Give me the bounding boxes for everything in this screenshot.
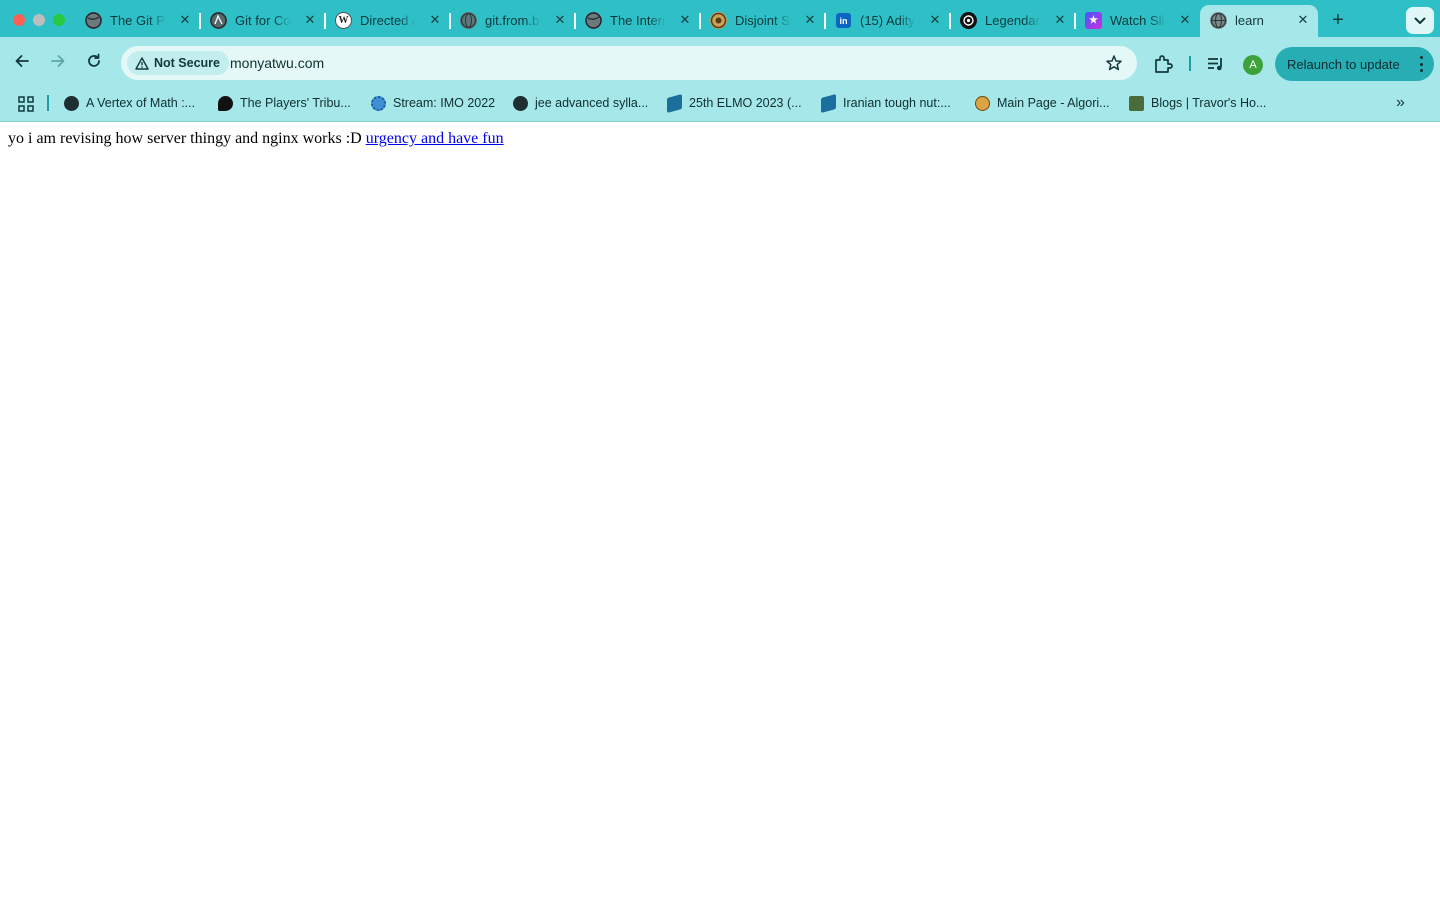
- bookmark-item[interactable]: Main Page - Algori...: [975, 94, 1110, 112]
- bookmark-label: Iranian tough nut:...: [843, 96, 951, 110]
- more-menu-icon[interactable]: [1419, 56, 1423, 72]
- aops-icon: [667, 93, 682, 113]
- tab-title: The Git Pro Book: [110, 13, 166, 28]
- globe-icon: [585, 12, 602, 29]
- tab-legendary[interactable]: Legendary ✕: [950, 5, 1076, 36]
- warning-icon: [135, 56, 149, 70]
- close-tab-icon[interactable]: ✕: [426, 11, 444, 29]
- globe-icon: [1210, 12, 1227, 29]
- page-paragraph: yo i am revising how server thingy and n…: [8, 130, 504, 148]
- tab-title: Git for Computer Scientists: [235, 13, 291, 28]
- new-tab-button[interactable]: +: [1327, 10, 1349, 32]
- tab-linkedin[interactable]: in (15) Aditya ✕: [825, 5, 951, 36]
- globe-icon: [513, 95, 528, 111]
- relaunch-to-update-button[interactable]: Relaunch to update: [1275, 47, 1434, 81]
- profile-avatar[interactable]: A: [1243, 55, 1263, 75]
- close-tab-icon[interactable]: ✕: [676, 11, 694, 29]
- tab-disjoint-set[interactable]: Disjoint Set Union ✕: [700, 5, 826, 36]
- tribune-icon: [218, 95, 233, 111]
- tab-title: The Internals of Git: [610, 13, 666, 28]
- close-tab-icon[interactable]: ✕: [1176, 11, 1194, 29]
- bookmarks-overflow-icon[interactable]: »: [1396, 94, 1405, 112]
- close-tab-icon[interactable]: ✕: [1051, 11, 1069, 29]
- bookmark-item[interactable]: The Players' Tribu...: [218, 94, 351, 112]
- close-tab-icon[interactable]: ✕: [176, 11, 194, 29]
- tab-git-for-cs[interactable]: Git for Computer Scientists ✕: [200, 5, 326, 36]
- back-button[interactable]: [10, 49, 34, 73]
- tab-directed-acyclic-graph[interactable]: W Directed acyclic graph ✕: [325, 5, 451, 36]
- tab-title: git.from.bottom.up: [485, 13, 541, 28]
- reload-button[interactable]: [82, 49, 106, 73]
- security-label: Not Secure: [154, 56, 220, 70]
- globe-icon: [85, 12, 102, 29]
- bookmark-label: The Players' Tribu...: [240, 96, 351, 110]
- bookmark-label: 25th ELMO 2023 (...: [689, 96, 802, 110]
- bookmarks-bar: A Vertex of Math :... The Players' Tribu…: [0, 85, 1440, 122]
- tab-title: (15) Aditya: [860, 13, 916, 28]
- tab-title: Watch Sli: [1110, 13, 1165, 28]
- bookmark-item[interactable]: Stream: IMO 2022: [371, 94, 495, 112]
- bookmark-label: jee advanced sylla...: [535, 96, 649, 110]
- bookmark-item[interactable]: Blogs | Travor's Ho...: [1129, 94, 1266, 112]
- close-tab-icon[interactable]: ✕: [301, 11, 319, 29]
- fun-link[interactable]: urgency and have fun: [366, 130, 504, 147]
- bookmark-label: A Vertex of Math :...: [86, 96, 196, 110]
- page-text: yo i am revising how server thingy and n…: [8, 130, 362, 147]
- browser-toolbar: Not Secure monyatwu.com A Relaunch to up…: [0, 37, 1440, 85]
- bookmark-item[interactable]: A Vertex of Math :...: [64, 94, 195, 112]
- tab-watch[interactable]: ★ Watch Sli ✕: [1075, 5, 1200, 36]
- tab-title: learn: [1235, 13, 1264, 28]
- close-tab-icon[interactable]: ✕: [801, 11, 819, 29]
- address-bar[interactable]: Not Secure monyatwu.com: [121, 46, 1137, 80]
- tab-title: Legendary: [985, 13, 1041, 28]
- reload-icon: [88, 53, 100, 67]
- maximize-window-button[interactable]: [53, 14, 65, 26]
- apps-grid-icon[interactable]: [18, 96, 34, 112]
- openai-icon: [960, 12, 977, 29]
- stream-icon: [371, 95, 386, 111]
- arrow-right-icon: [51, 55, 65, 67]
- relaunch-label: Relaunch to update: [1287, 56, 1400, 72]
- close-tab-icon[interactable]: ✕: [551, 11, 569, 29]
- wikipedia-icon: W: [335, 12, 352, 29]
- globe-icon: [460, 12, 477, 29]
- tab-search-button[interactable]: [1406, 7, 1434, 34]
- tab-git-from-bottom-up[interactable]: git.from.bottom.up ✕: [450, 5, 576, 36]
- chevron-down-icon: [1414, 17, 1426, 24]
- page-content: yo i am revising how server thingy and n…: [0, 122, 1440, 900]
- algorithmica-icon: [975, 95, 990, 111]
- bookmark-star-icon[interactable]: [1105, 54, 1123, 72]
- close-tab-icon[interactable]: ✕: [1294, 11, 1312, 29]
- watch-icon: ★: [1085, 12, 1102, 29]
- globe-icon: [64, 95, 79, 111]
- minimize-window-button[interactable]: [33, 14, 45, 26]
- bookmark-label: Stream: IMO 2022: [393, 96, 496, 110]
- toolbar-separator: [1189, 56, 1191, 71]
- tab-strip: The Git Pro Book ✕ Git for Computer Scie…: [0, 0, 1440, 42]
- arrow-left-icon: [15, 55, 29, 67]
- close-tab-icon[interactable]: ✕: [926, 11, 944, 29]
- aops-icon: [821, 93, 836, 113]
- media-controls-icon[interactable]: [1206, 55, 1226, 73]
- globe-icon: [210, 12, 227, 29]
- bookmark-item[interactable]: Iranian tough nut:...: [821, 93, 951, 113]
- tab-title: Directed acyclic graph: [360, 13, 416, 28]
- bookmark-item[interactable]: jee advanced sylla...: [513, 94, 648, 112]
- bookmark-label: Main Page - Algori...: [997, 96, 1110, 110]
- security-indicator[interactable]: Not Secure: [127, 51, 229, 75]
- bookmarks-separator: [47, 95, 49, 111]
- close-window-button[interactable]: [13, 14, 25, 26]
- cp-algorithms-icon: [710, 12, 727, 29]
- tab-internals-of-git[interactable]: The Internals of Git ✕: [575, 5, 701, 36]
- tab-title: Disjoint Set Union: [735, 13, 791, 28]
- tab-git-pro[interactable]: The Git Pro Book ✕: [75, 5, 201, 36]
- linkedin-icon: in: [836, 13, 851, 28]
- url-text[interactable]: monyatwu.com: [230, 55, 324, 71]
- bookmark-item[interactable]: 25th ELMO 2023 (...: [667, 93, 802, 113]
- blog-icon: [1129, 95, 1144, 111]
- forward-button[interactable]: [46, 49, 70, 73]
- extensions-icon[interactable]: [1152, 53, 1174, 75]
- bookmark-label: Blogs | Travor's Ho...: [1151, 96, 1267, 110]
